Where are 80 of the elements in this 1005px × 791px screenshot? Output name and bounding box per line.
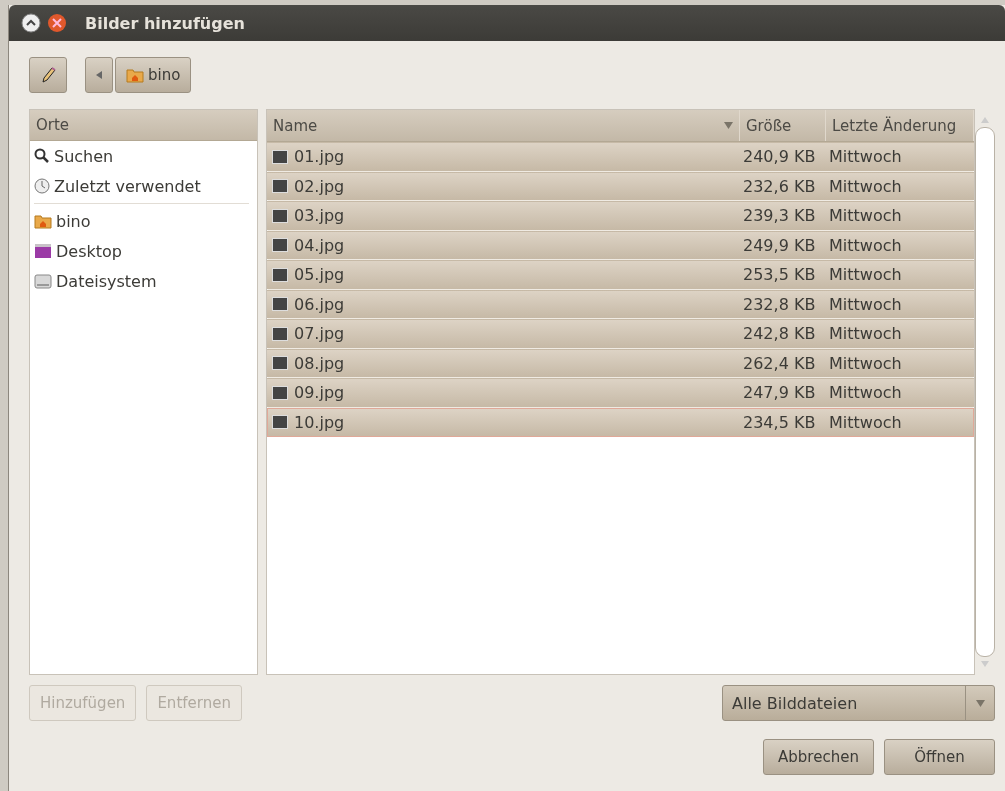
file-size: 232,8 KB [743, 294, 816, 314]
back-button[interactable] [85, 57, 113, 93]
file-name: 09.jpg [294, 383, 345, 403]
file-name: 02.jpg [294, 176, 345, 196]
image-file-icon [272, 356, 288, 371]
file-name: 07.jpg [294, 324, 345, 344]
file-name: 08.jpg [294, 353, 345, 373]
column-header[interactable]: Größe [740, 110, 826, 141]
image-file-icon [272, 326, 288, 341]
image-file-icon [272, 179, 288, 194]
place-item[interactable]: Desktop [30, 236, 257, 266]
drive-icon [34, 273, 52, 289]
clock-icon [34, 178, 50, 194]
file-size: 247,9 KB [743, 383, 816, 403]
file-row[interactable]: 06.jpg 232,8 KB Mittwoch [267, 289, 974, 319]
file-row[interactable]: 04.jpg 249,9 KB Mittwoch [267, 230, 974, 260]
file-row[interactable]: 08.jpg 262,4 KB Mittwoch [267, 348, 974, 378]
edit-location-button[interactable] [29, 57, 67, 93]
file-size: 253,5 KB [743, 265, 816, 285]
modified-date: Mittwoch [829, 235, 902, 255]
column-header[interactable]: Name [267, 110, 740, 141]
image-file-icon [272, 297, 288, 312]
image-file-icon [272, 267, 288, 282]
home-folder-icon [34, 213, 52, 229]
image-file-icon [272, 149, 288, 164]
file-size: 232,6 KB [743, 176, 816, 196]
file-name: 05.jpg [294, 265, 345, 285]
image-file-icon [272, 415, 288, 430]
place-item[interactable]: Zuletzt verwendet [30, 171, 257, 201]
modified-date: Mittwoch [829, 383, 902, 403]
modified-date: Mittwoch [829, 206, 902, 226]
file-size: 234,5 KB [743, 412, 816, 432]
path-button[interactable]: bino [115, 57, 192, 93]
place-item[interactable]: bino [30, 206, 257, 236]
scroll-down-icon[interactable] [981, 661, 989, 667]
image-file-icon [272, 238, 288, 253]
file-size: 249,9 KB [743, 235, 816, 255]
desktop-icon [34, 243, 52, 259]
file-row[interactable]: 05.jpg 253,5 KB Mittwoch [267, 260, 974, 290]
dialog-button[interactable]: Öffnen [884, 739, 995, 775]
left-arrow-icon [96, 71, 102, 79]
file-name: 10.jpg [294, 412, 345, 432]
file-name: 06.jpg [294, 294, 345, 314]
modified-date: Mittwoch [829, 147, 902, 167]
column-header[interactable]: Letzte Änderung [826, 110, 974, 141]
file-size: 262,4 KB [743, 353, 816, 373]
place-item[interactable]: Dateisystem [30, 266, 257, 296]
dialog-button[interactable]: Abbrechen [763, 739, 874, 775]
file-size: 239,3 KB [743, 206, 816, 226]
file-size: 240,9 KB [743, 147, 816, 167]
file-row[interactable]: 07.jpg 242,8 KB Mittwoch [267, 319, 974, 349]
image-file-icon [272, 208, 288, 223]
scroll-up-icon[interactable] [981, 117, 989, 123]
close-icon[interactable] [47, 13, 67, 33]
file-name: 04.jpg [294, 235, 345, 255]
sort-arrow-icon [724, 122, 733, 129]
image-file-icon [272, 385, 288, 400]
file-row[interactable]: 09.jpg 247,9 KB Mittwoch [267, 378, 974, 408]
modified-date: Mittwoch [829, 412, 902, 432]
file-row[interactable]: 10.jpg 234,5 KB Mittwoch [267, 407, 974, 437]
file-size: 242,8 KB [743, 324, 816, 344]
place-item[interactable]: Suchen [30, 141, 257, 171]
file-row[interactable]: 03.jpg 239,3 KB Mittwoch [267, 201, 974, 231]
modified-date: Mittwoch [829, 265, 902, 285]
home-folder-icon [126, 67, 144, 83]
window-title: Bilder hinzufügen [85, 13, 245, 33]
file-row[interactable]: 01.jpg 240,9 KB Mittwoch [267, 142, 974, 172]
modified-date: Mittwoch [829, 176, 902, 196]
file-row[interactable]: 02.jpg 232,6 KB Mittwoch [267, 171, 974, 201]
minimize-icon[interactable] [21, 13, 41, 33]
modified-date: Mittwoch [829, 353, 902, 373]
file-type-dropdown[interactable]: Alle Bilddateien [722, 685, 995, 721]
modified-date: Mittwoch [829, 294, 902, 314]
column-header[interactable]: Orte [30, 110, 257, 141]
file-name: 03.jpg [294, 206, 345, 226]
search-icon [34, 148, 50, 164]
modified-date: Mittwoch [829, 324, 902, 344]
pencil-icon [40, 66, 56, 84]
caret-icon [975, 699, 985, 707]
file-name: 01.jpg [294, 147, 345, 167]
